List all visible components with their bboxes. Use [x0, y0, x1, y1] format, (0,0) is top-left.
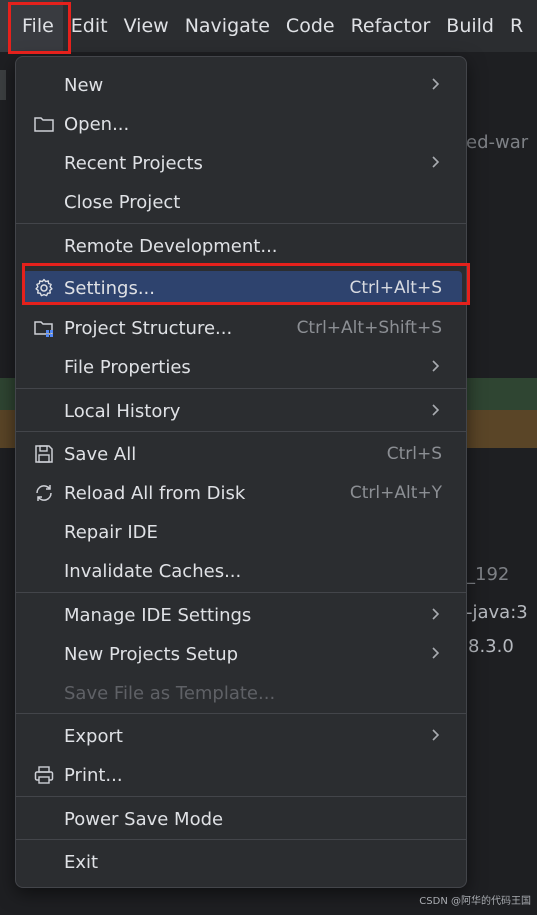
menu-item-exit[interactable]: Exit — [22, 845, 462, 879]
editor-text: ed-war — [466, 132, 529, 153]
menu-item-reload-all[interactable]: Reload All from Disk Ctrl+Alt+Y — [22, 476, 462, 510]
menu-item-shortcut: Ctrl+Alt+Shift+S — [296, 318, 442, 338]
menu-separator — [16, 713, 466, 714]
menu-item-label: Reload All from Disk — [64, 482, 246, 504]
project-structure-icon — [33, 317, 55, 339]
main-menubar: File Edit View Navigate Code Refactor Bu… — [0, 0, 537, 52]
gear-icon — [33, 277, 55, 299]
chevron-right-icon — [432, 360, 440, 372]
menu-item-label: Save All — [64, 443, 137, 465]
folder-icon — [33, 113, 55, 135]
menu-item-label: Power Save Mode — [64, 808, 224, 830]
menu-item-new-projects-setup[interactable]: New Projects Setup — [22, 637, 462, 671]
menu-item-label: Settings... — [64, 277, 155, 299]
watermark-text: CSDN @阿华的代码王国 — [419, 896, 531, 907]
menu-item-label: File Properties — [64, 356, 191, 378]
menu-item-shortcut: Ctrl+Alt+S — [349, 278, 442, 298]
chevron-right-icon — [432, 404, 440, 416]
menu-item-close-project[interactable]: Close Project — [22, 185, 462, 219]
menu-item-settings[interactable]: Settings... Ctrl+Alt+S — [22, 271, 462, 305]
menu-item-print[interactable]: Print... — [22, 758, 462, 792]
chevron-right-icon — [432, 78, 440, 90]
menu-item-label: New — [64, 74, 104, 96]
reload-icon — [33, 482, 55, 504]
menu-file[interactable]: File — [0, 0, 63, 52]
menu-item-export[interactable]: Export — [22, 719, 462, 753]
save-icon — [33, 443, 55, 465]
menu-build[interactable]: Build — [438, 0, 502, 52]
menu-separator — [16, 839, 466, 840]
chevron-right-icon — [432, 156, 440, 168]
menu-item-label: Remote Development... — [64, 235, 278, 257]
menu-item-label: Local History — [64, 400, 181, 422]
menu-separator — [16, 796, 466, 797]
menu-item-remote-development[interactable]: Remote Development... — [22, 229, 462, 263]
menu-item-label: Exit — [64, 851, 99, 873]
printer-icon — [33, 764, 55, 786]
menu-item-invalidate-caches[interactable]: Invalidate Caches... — [22, 554, 462, 588]
menu-item-power-save-mode[interactable]: Power Save Mode — [22, 802, 462, 836]
menu-item-repair-ide[interactable]: Repair IDE — [22, 515, 462, 549]
menu-item-label: Recent Projects — [64, 152, 203, 174]
menu-view[interactable]: View — [116, 0, 177, 52]
menu-item-local-history[interactable]: Local History — [22, 394, 462, 428]
menu-item-label: Project Structure... — [64, 317, 233, 339]
menu-item-label: Manage IDE Settings — [64, 604, 252, 626]
menu-item-shortcut: Ctrl+S — [386, 444, 442, 464]
menu-run[interactable]: R — [502, 0, 531, 52]
menu-item-label: Invalidate Caches... — [64, 560, 242, 582]
menu-refactor[interactable]: Refactor — [343, 0, 439, 52]
editor-gutter-marker — [0, 70, 6, 100]
editor-text: 8.3.0 — [468, 636, 514, 657]
chevron-right-icon — [432, 647, 440, 659]
menu-item-label: Open... — [64, 113, 130, 135]
menu-item-manage-ide-settings[interactable]: Manage IDE Settings — [22, 598, 462, 632]
menu-item-label: Close Project — [64, 191, 181, 213]
menu-separator — [16, 592, 466, 593]
menu-item-label: Export — [64, 725, 123, 747]
menu-item-open[interactable]: Open... — [22, 107, 462, 141]
menu-separator — [16, 223, 466, 224]
menu-item-label: New Projects Setup — [64, 643, 239, 665]
menu-item-save-file-as-template: Save File as Template... — [22, 676, 462, 710]
menu-item-shortcut: Ctrl+Alt+Y — [349, 483, 442, 503]
menu-item-file-properties[interactable]: File Properties — [22, 350, 462, 384]
editor-text: -java:3 — [466, 602, 528, 623]
file-dropdown-menu: New Open... Recent Projects Close Projec… — [15, 56, 467, 888]
chevron-right-icon — [432, 608, 440, 620]
menu-item-recent-projects[interactable]: Recent Projects — [22, 146, 462, 180]
menu-item-project-structure[interactable]: Project Structure... Ctrl+Alt+Shift+S — [22, 311, 462, 345]
menu-navigate[interactable]: Navigate — [177, 0, 278, 52]
menu-item-label: Repair IDE — [64, 521, 158, 543]
chevron-right-icon — [432, 729, 440, 741]
menu-code[interactable]: Code — [278, 0, 343, 52]
menu-item-label: Save File as Template... — [64, 682, 276, 704]
editor-text: _192 — [466, 564, 510, 585]
menu-separator — [16, 388, 466, 389]
menu-edit[interactable]: Edit — [63, 0, 116, 52]
menu-item-new[interactable]: New — [22, 68, 462, 102]
menu-separator — [16, 431, 466, 432]
menu-item-label: Print... — [64, 764, 123, 786]
menu-item-save-all[interactable]: Save All Ctrl+S — [22, 437, 462, 471]
